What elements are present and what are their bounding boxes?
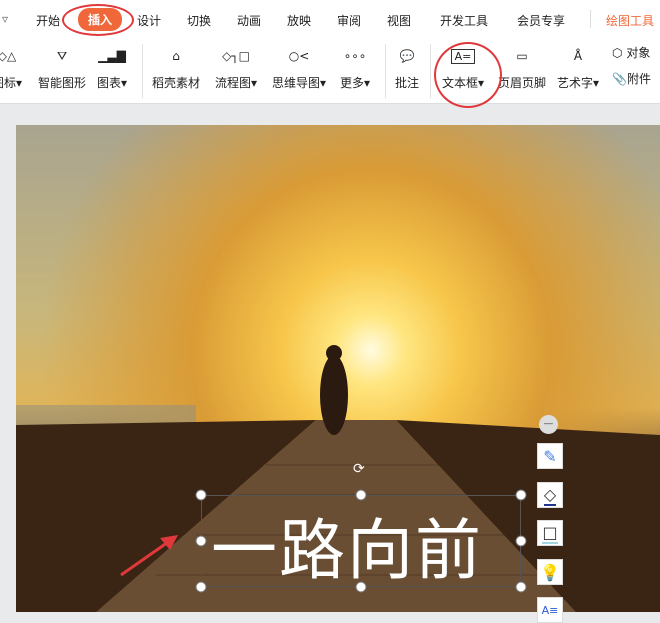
header-footer-button[interactable]: ▭ 页眉页脚: [498, 42, 546, 91]
tab-member[interactable]: 会员专享: [517, 12, 565, 29]
icon-label: 图标: [0, 76, 17, 90]
more-button[interactable]: ∘∘∘ 更多▾: [340, 42, 370, 91]
attachment-label: 附件: [626, 72, 651, 86]
divider: [142, 44, 143, 98]
tab-review[interactable]: 审阅: [337, 12, 361, 29]
flowchart-button[interactable]: ◇┐□ 流程图▾: [215, 42, 257, 91]
wordart-icon: Å: [573, 49, 583, 63]
object-button[interactable]: ⬡ 对象: [612, 44, 650, 61]
tab-drawing-tools[interactable]: 绘图工具: [606, 12, 654, 29]
object-label: 对象: [626, 46, 651, 60]
divider: [430, 44, 431, 98]
annotation-arrow-icon: [120, 535, 178, 577]
outline-button[interactable]: □: [537, 520, 563, 546]
tab-home[interactable]: 开始: [36, 12, 60, 29]
header-footer-label: 页眉页脚: [498, 76, 547, 90]
icon-button[interactable]: ◇△图标▾: [0, 42, 22, 91]
tab-slideshow[interactable]: 放映: [287, 12, 311, 29]
style-brush-button[interactable]: ✎: [537, 443, 563, 469]
collapse-toolbar-icon[interactable]: −: [539, 415, 558, 434]
annotation-circle: [434, 42, 502, 108]
bar-chart-icon: ▁▃▇: [98, 49, 126, 63]
fill-button[interactable]: ◇: [537, 482, 563, 508]
smart-suggest-button[interactable]: 💡: [537, 559, 563, 585]
tab-transition[interactable]: 切换: [187, 12, 211, 29]
shapes-icon: ◇△: [0, 49, 17, 63]
smart-art-icon: ⛛: [56, 48, 68, 63]
more-dots-icon: ∘∘∘: [343, 49, 367, 63]
mindmap-label: 思维导图: [272, 76, 321, 90]
fill-bucket-icon: ◇: [543, 484, 557, 506]
tab-view[interactable]: 视图: [387, 12, 411, 29]
wordart-button[interactable]: Å 艺术字▾: [557, 42, 599, 91]
daoke-label: 稻壳素材: [152, 76, 201, 90]
resize-handle[interactable]: [195, 489, 207, 501]
attachment-button[interactable]: 📎附件: [612, 70, 651, 87]
divider: [385, 44, 386, 98]
chart-label: 图表: [97, 76, 122, 90]
smart-art-label: 智能图形: [38, 76, 87, 90]
slide-canvas[interactable]: 一路向前 ⟳: [16, 125, 660, 612]
lightbulb-icon: 💡: [540, 562, 560, 582]
divider: [590, 10, 591, 28]
wordart-label: 艺术字: [557, 76, 594, 90]
flowchart-label: 流程图: [215, 76, 252, 90]
comment-icon: 💬: [399, 49, 415, 63]
resize-handle[interactable]: [515, 489, 527, 501]
outline-icon: □: [542, 522, 558, 544]
text-format-icon: A≡: [541, 603, 559, 617]
smart-art-button[interactable]: ⛛ 智能图形: [38, 42, 86, 91]
paperclip-icon: 📎: [612, 72, 627, 86]
page-icon: ▭: [516, 49, 528, 63]
collapse-chevron-icon[interactable]: ▿: [2, 12, 8, 26]
mindmap-icon: ○<: [288, 49, 310, 63]
resize-handle[interactable]: [515, 535, 527, 547]
resize-handle[interactable]: [515, 581, 527, 593]
brush-icon: ✎: [543, 446, 557, 466]
ribbon-tab-bar: ▿ 开始 插入 设计 切换 动画 放映 审阅 视图 开发工具 会员专享 绘图工具: [0, 0, 660, 38]
daoke-material-button[interactable]: ⌂ 稻壳素材: [152, 42, 200, 91]
chart-button[interactable]: ▁▃▇ 图表▾: [97, 42, 127, 91]
more-label: 更多: [340, 76, 365, 90]
object-icon: ⬡: [612, 46, 623, 60]
comment-label: 批注: [395, 76, 420, 90]
slide-title-text[interactable]: 一路向前: [211, 497, 483, 593]
resize-handle[interactable]: [195, 581, 207, 593]
insert-ribbon: ◇△图标▾ ⛛智能图形 ▁▃▇图表▾ ⌂稻壳素材 ◇┐□流程图▾ ○<思维导图▾…: [0, 38, 660, 108]
tab-developer[interactable]: 开发工具: [440, 12, 488, 29]
annotation-circle: [62, 4, 134, 36]
resize-handle[interactable]: [195, 535, 207, 547]
mindmap-button[interactable]: ○< 思维导图▾: [272, 42, 326, 91]
comment-button[interactable]: 💬 批注: [395, 42, 419, 91]
resize-handle[interactable]: [355, 489, 367, 501]
flowchart-icon: ◇┐□: [222, 49, 250, 63]
store-icon: ⌂: [172, 49, 180, 63]
resize-handle[interactable]: [355, 581, 367, 593]
text-format-button[interactable]: A≡: [537, 597, 563, 623]
tab-design[interactable]: 设计: [137, 12, 161, 29]
rotate-handle-icon[interactable]: ⟳: [353, 461, 365, 477]
tab-animation[interactable]: 动画: [237, 12, 261, 29]
